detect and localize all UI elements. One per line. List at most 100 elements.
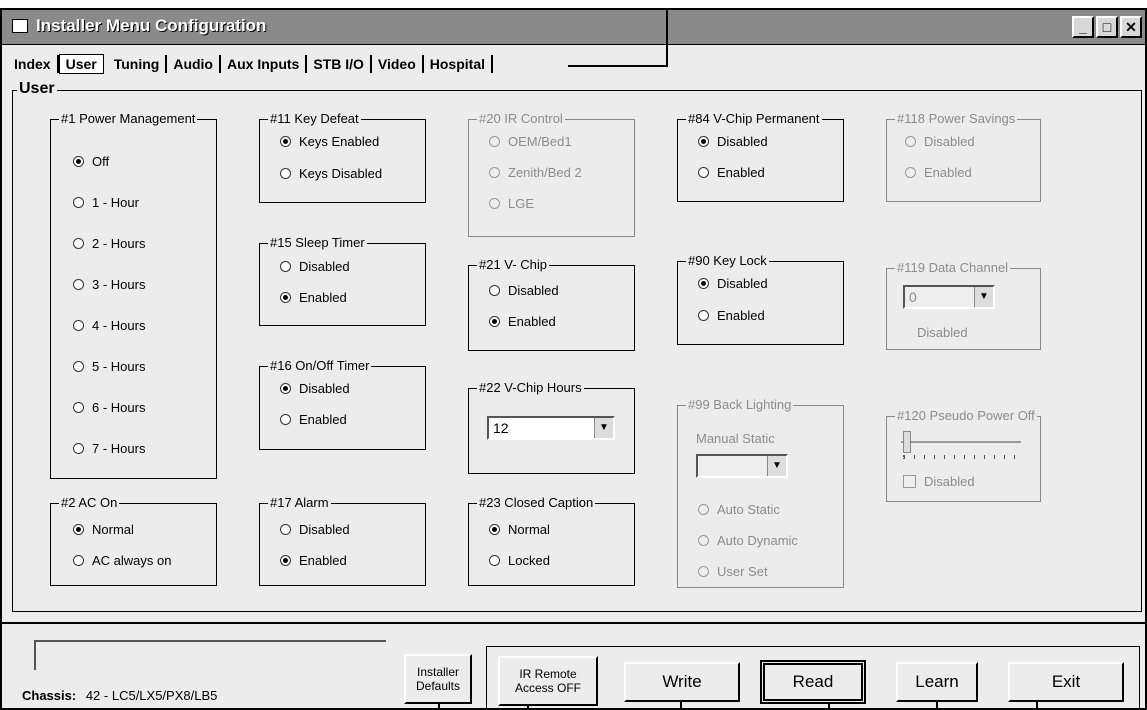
ir-lge-radio[interactable]: LGE — [489, 196, 534, 211]
cc-locked-radio[interactable]: Locked — [489, 553, 550, 568]
sleep-disabled-radio[interactable]: Disabled — [280, 259, 350, 274]
tab-index[interactable]: Index — [8, 55, 59, 73]
key-lock-disabled-radio[interactable]: Disabled — [698, 276, 768, 291]
chevron-down-icon[interactable]: ▼ — [594, 418, 613, 438]
radio-label: Disabled — [717, 134, 768, 149]
ir-remote-button[interactable]: IR Remote Access OFF — [498, 656, 598, 706]
sleep-enabled-radio[interactable]: Enabled — [280, 290, 347, 305]
key-lock-title: #90 Key Lock — [686, 253, 769, 268]
data-channel-value: 0 — [909, 289, 917, 305]
ir-control-group: #20 IR Control OEM/Bed1 Zenith/Bed 2 LGE — [468, 111, 635, 237]
radio-label: AC always on — [92, 553, 172, 568]
tab-user[interactable]: User — [58, 54, 104, 74]
key-defeat-title: #11 Key Defeat — [268, 111, 361, 126]
alarm-disabled-radio[interactable]: Disabled — [280, 522, 350, 537]
close-button[interactable]: ✕ — [1120, 16, 1142, 38]
sleep-timer-group: #15 Sleep Timer Disabled Enabled — [259, 235, 426, 326]
pseudo-power-disabled-checkbox[interactable]: Disabled — [903, 474, 975, 489]
tab-stb-io[interactable]: STB I/O — [307, 55, 372, 73]
ac-normal-radio[interactable]: Normal — [73, 522, 134, 537]
tab-hospital[interactable]: Hospital — [424, 55, 493, 73]
chassis-box-top — [34, 640, 386, 642]
radio-label: Auto Static — [717, 502, 780, 517]
chevron-down-icon[interactable]: ▼ — [767, 456, 786, 476]
button-label: Read — [792, 672, 834, 691]
power-6-hours-radio[interactable]: 6 - Hours — [73, 400, 145, 415]
alarm-group: #17 Alarm Disabled Enabled — [259, 495, 426, 586]
vchip-perm-enabled-radio[interactable]: Enabled — [698, 165, 765, 180]
power-3-hours-radio[interactable]: 3 - Hours — [73, 277, 145, 292]
ir-zenith-bed2-radio[interactable]: Zenith/Bed 2 — [489, 165, 582, 180]
radio-circle — [280, 524, 291, 535]
button-label: Learn — [915, 672, 959, 691]
checkbox-label: Disabled — [924, 474, 975, 489]
radio-label: Auto Dynamic — [717, 533, 798, 548]
manual-static-label: Manual Static — [696, 431, 775, 446]
button-label-line: Defaults — [415, 679, 461, 693]
vchip-disabled-radio[interactable]: Disabled — [489, 283, 559, 298]
data-channel-select[interactable]: 0 ▼ — [903, 285, 995, 309]
key-lock-enabled-radio[interactable]: Enabled — [698, 308, 765, 323]
manual-static-select[interactable]: ▼ — [696, 454, 788, 478]
radio-circle — [280, 261, 291, 272]
tab-aux-inputs[interactable]: Aux Inputs — [221, 55, 308, 73]
radio-circle — [73, 524, 84, 535]
radio-label: Enabled — [299, 553, 347, 568]
closed-caption-title: #23 Closed Caption — [477, 495, 596, 510]
radio-label: Enabled — [508, 314, 556, 329]
exit-button[interactable]: Exit — [1008, 662, 1124, 702]
learn-button[interactable]: Learn — [896, 662, 978, 702]
key-lock-group: #90 Key Lock Disabled Enabled — [677, 253, 844, 345]
installer-defaults-button[interactable]: Installer Defaults — [404, 654, 472, 704]
ir-oem-bed1-radio[interactable]: OEM/Bed1 — [489, 134, 572, 149]
radio-label: Disabled — [299, 522, 350, 537]
power-1-hour-radio[interactable]: 1 - Hour — [73, 195, 139, 210]
user-panel: User #1 Power Management Off 1 - Hour 2 … — [12, 80, 1142, 612]
radio-label: 6 - Hours — [92, 400, 146, 415]
button-label-line: IR Remote — [519, 667, 577, 681]
power-5-hours-radio[interactable]: 5 - Hours — [73, 359, 145, 374]
onoff-disabled-radio[interactable]: Disabled — [280, 381, 350, 396]
tab-video[interactable]: Video — [372, 55, 424, 73]
user-panel-title: User — [17, 80, 57, 98]
radio-circle — [73, 197, 84, 208]
tab-tuning[interactable]: Tuning — [108, 55, 168, 73]
minimize-button[interactable]: _ — [1072, 16, 1094, 38]
radio-circle — [73, 156, 84, 167]
power-savings-enabled-radio[interactable]: Enabled — [905, 165, 972, 180]
auto-dynamic-radio[interactable]: Auto Dynamic — [698, 533, 798, 548]
button-label: Exit — [1051, 672, 1081, 691]
window-menu-icon[interactable] — [12, 19, 28, 33]
read-button[interactable]: Read — [760, 660, 866, 704]
keys-disabled-radio[interactable]: Keys Disabled — [280, 166, 382, 181]
maximize-button[interactable]: □ — [1096, 16, 1118, 38]
power-2-hours-radio[interactable]: 2 - Hours — [73, 236, 145, 251]
radio-label: 2 - Hours — [92, 236, 146, 251]
ac-always-on-radio[interactable]: AC always on — [73, 553, 171, 568]
power-7-hours-radio[interactable]: 7 - Hours — [73, 441, 145, 456]
alarm-enabled-radio[interactable]: Enabled — [280, 553, 347, 568]
onoff-enabled-radio[interactable]: Enabled — [280, 412, 347, 427]
cc-normal-radio[interactable]: Normal — [489, 522, 550, 537]
slider-thumb[interactable] — [903, 431, 911, 453]
callout-line — [680, 702, 682, 708]
ac-on-title: #2 AC On — [59, 495, 120, 510]
vchip-hours-select[interactable]: 12 ▼ — [487, 416, 615, 440]
power-savings-disabled-radio[interactable]: Disabled — [905, 134, 975, 149]
tab-audio[interactable]: Audio — [167, 55, 221, 73]
auto-static-radio[interactable]: Auto Static — [698, 502, 780, 517]
user-set-radio[interactable]: User Set — [698, 564, 768, 579]
power-4-hours-radio[interactable]: 4 - Hours — [73, 318, 145, 333]
chevron-down-icon[interactable]: ▼ — [974, 287, 993, 307]
keys-enabled-radio[interactable]: Keys Enabled — [280, 134, 379, 149]
radio-circle — [489, 285, 500, 296]
vchip-perm-disabled-radio[interactable]: Disabled — [698, 134, 768, 149]
power-off-radio[interactable]: Off — [73, 154, 109, 169]
power-savings-title: #118 Power Savings — [895, 111, 1018, 126]
vchip-title: #21 V- Chip — [477, 257, 549, 272]
radio-circle — [280, 383, 291, 394]
button-label-line: Installer — [416, 665, 460, 679]
write-button[interactable]: Write — [624, 662, 740, 702]
vchip-enabled-radio[interactable]: Enabled — [489, 314, 556, 329]
radio-circle — [280, 136, 291, 147]
